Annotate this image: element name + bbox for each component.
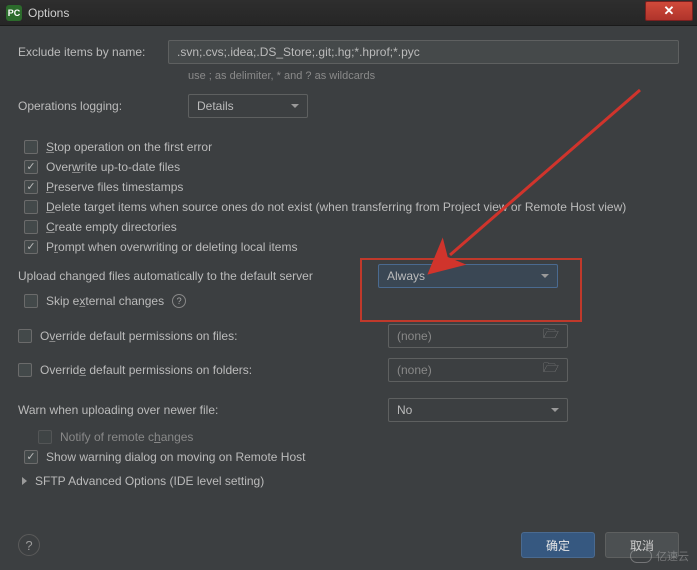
preserve-timestamps-label: Preserve files timestamps [46,180,183,194]
warn-newer-value: No [397,403,412,417]
create-empty-label: Create empty directories [46,220,177,234]
preserve-timestamps-checkbox[interactable] [24,180,38,194]
upload-auto-value: Always [387,269,425,283]
titlebar: PC Options ✕ [0,0,697,26]
warn-newer-label: Warn when uploading over newer file: [18,403,388,417]
operations-logging-select[interactable]: Details [188,94,308,118]
override-file-perms-checkbox[interactable] [18,329,32,343]
chevron-down-icon [291,104,299,108]
file-perms-value: (none) [397,329,432,343]
folder-icon: 🗁 [543,359,559,381]
show-warning-move-checkbox[interactable] [24,450,38,464]
upload-auto-label: Upload changed files automatically to th… [18,269,378,283]
folder-icon: 🗁 [543,325,559,347]
overwrite-uptodate-checkbox[interactable] [24,160,38,174]
chevron-down-icon [541,274,549,278]
exclude-input[interactable] [168,40,679,64]
warn-newer-select[interactable]: No [388,398,568,422]
operations-logging-value: Details [197,99,234,113]
delete-target-label: Delete target items when source ones do … [46,200,626,214]
file-perms-field[interactable]: (none) 🗁 [388,324,568,348]
folder-perms-field[interactable]: (none) 🗁 [388,358,568,382]
notify-remote-label: Notify of remote changes [60,430,193,444]
app-icon: PC [6,5,22,21]
exclude-hint: use ; as delimiter, * and ? as wildcards [188,70,679,82]
stop-on-error-label: Stop operation on the first error [46,140,212,154]
skip-external-checkbox[interactable] [24,294,38,308]
help-button[interactable]: ? [18,534,40,556]
override-folder-perms-checkbox[interactable] [18,363,32,377]
close-button[interactable]: ✕ [645,1,693,21]
sftp-advanced-toggle[interactable]: SFTP Advanced Options (IDE level setting… [22,474,679,488]
override-folder-perms-label: Override default permissions on folders: [40,363,252,377]
operations-logging-label: Operations logging: [18,99,188,113]
notify-remote-checkbox [38,430,52,444]
create-empty-checkbox[interactable] [24,220,38,234]
prompt-overwrite-checkbox[interactable] [24,240,38,254]
override-file-perms-label: Override default permissions on files: [40,329,237,343]
skip-external-label: Skip external changes [46,294,164,308]
ok-button[interactable]: 确定 [521,532,595,558]
upload-auto-select[interactable]: Always [378,264,558,288]
delete-target-checkbox[interactable] [24,200,38,214]
exclude-label: Exclude items by name: [18,45,168,59]
folder-perms-value: (none) [397,363,432,377]
prompt-overwrite-label: Prompt when overwriting or deleting loca… [46,240,297,254]
cancel-button[interactable]: 取消 [605,532,679,558]
stop-on-error-checkbox[interactable] [24,140,38,154]
overwrite-uptodate-label: Overwrite up-to-date files [46,160,180,174]
window-title: Options [28,6,645,20]
chevron-down-icon [551,408,559,412]
triangle-right-icon [22,477,27,485]
help-icon[interactable]: ? [172,294,186,308]
show-warning-move-label: Show warning dialog on moving on Remote … [46,450,305,464]
sftp-advanced-label: SFTP Advanced Options (IDE level setting… [35,474,264,488]
